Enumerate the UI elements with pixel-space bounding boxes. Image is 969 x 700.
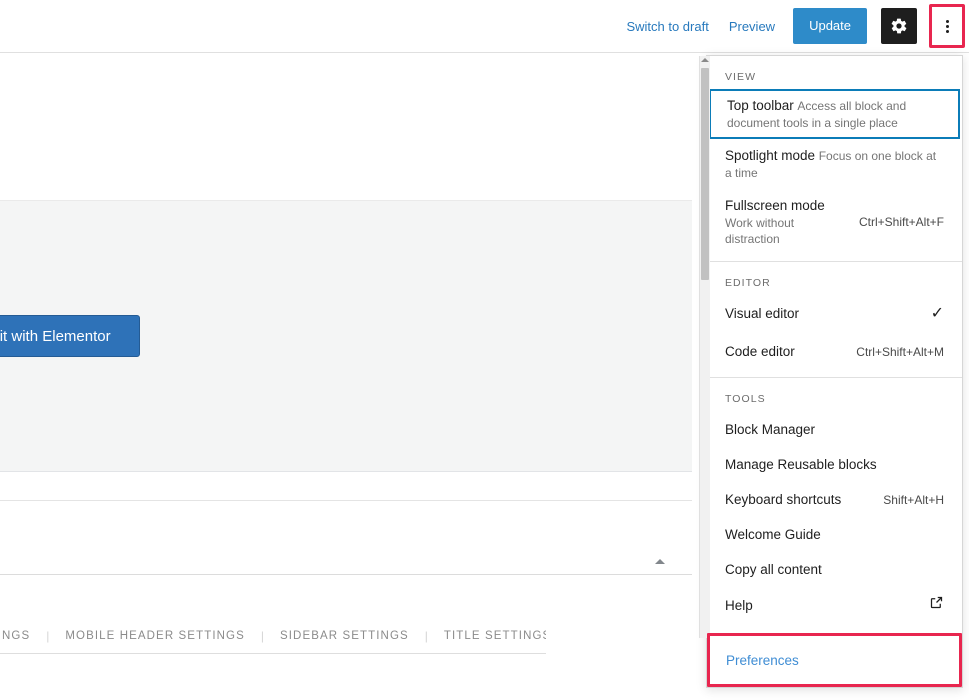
more-options-button[interactable] [929, 4, 965, 48]
settings-tab-mobile-header[interactable]: MOBILE HEADER SETTINGS [63, 630, 246, 642]
menu-item-description: Work without distraction [725, 216, 795, 246]
menu-item-label: Block Manager [725, 422, 816, 437]
menu-item-keyboard-shortcuts[interactable]: Keyboard shortcuts Shift+Alt+H [707, 482, 962, 517]
section-label-tools: TOOLS [725, 393, 766, 405]
check-icon: ✓ [930, 305, 944, 322]
preferences-link[interactable]: Preferences [710, 653, 799, 668]
settings-gear-button[interactable] [881, 8, 917, 44]
menu-section-view: VIEW Top toolbar Access all block and do… [707, 56, 962, 262]
update-button[interactable]: Update [793, 8, 867, 44]
editor-top-bar: Switch to draft Preview Update [0, 0, 969, 53]
collapse-panel-toggle[interactable] [652, 553, 668, 569]
section-label-view: VIEW [725, 71, 757, 83]
menu-item-label: Manage Reusable blocks [725, 457, 877, 472]
menu-item-help[interactable]: Help [707, 587, 962, 623]
menu-item-block-manager[interactable]: Block Manager [707, 411, 962, 447]
section-label-editor: EDITOR [725, 277, 771, 289]
settings-tab-title[interactable]: TITLE SETTINGS [442, 630, 546, 642]
menu-item-shortcut: Ctrl+Shift+Alt+F [858, 215, 944, 229]
preview-link[interactable]: Preview [719, 13, 785, 40]
menu-item-spotlight-mode[interactable]: Spotlight mode Focus on one block at a t… [707, 139, 962, 189]
menu-item-label: Copy all content [725, 562, 822, 577]
menu-item-label: Welcome Guide [725, 527, 821, 542]
top-bar-actions: Switch to draft Preview Update [616, 0, 969, 52]
edit-with-elementor-button[interactable]: Edit with Elementor [0, 315, 140, 357]
theme-settings-tabs: NGS | MOBILE HEADER SETTINGS | SIDEBAR S… [0, 618, 546, 654]
menu-section-editor: EDITOR Visual editor ✓ Code editor Ctrl+… [707, 262, 962, 378]
menu-item-welcome-guide[interactable]: Welcome Guide [707, 517, 962, 552]
tab-separator: | [260, 628, 264, 643]
kebab-menu-icon [945, 18, 949, 35]
tab-separator: | [424, 628, 428, 643]
menu-item-top-toolbar[interactable]: Top toolbar Access all block and documen… [709, 89, 960, 139]
more-options-menu: VIEW Top toolbar Access all block and do… [699, 55, 963, 688]
menu-item-shortcut: Shift+Alt+H [883, 493, 944, 507]
tab-separator: | [46, 628, 50, 643]
external-link-icon [929, 595, 944, 615]
scroll-up-arrow-icon[interactable] [701, 58, 709, 62]
settings-tab-sidebar[interactable]: SIDEBAR SETTINGS [278, 630, 411, 642]
menu-item-manage-reusable-blocks[interactable]: Manage Reusable blocks [707, 447, 962, 482]
preferences-row[interactable]: Preferences [707, 633, 962, 687]
menu-item-copy-all-content[interactable]: Copy all content [707, 552, 962, 587]
menu-item-label: Top toolbar [727, 98, 794, 113]
menu-scrollbar[interactable] [699, 56, 710, 638]
menu-item-shortcut: Ctrl+Shift+Alt+M [856, 345, 944, 359]
caret-up-icon [655, 558, 665, 564]
menu-item-label: Visual editor [725, 306, 800, 321]
menu-item-label: Help [725, 597, 753, 613]
menu-item-label: Spotlight mode [725, 148, 816, 163]
meta-rule [0, 574, 692, 575]
menu-item-label: Code editor [725, 344, 795, 359]
switch-to-draft-link[interactable]: Switch to draft [616, 13, 718, 40]
menu-item-code-editor[interactable]: Code editor Ctrl+Shift+Alt+M [707, 333, 962, 377]
menu-item-visual-editor[interactable]: Visual editor ✓ [707, 295, 962, 333]
menu-item-label: Keyboard shortcuts [725, 492, 842, 507]
settings-tab-partial[interactable]: NGS [0, 630, 32, 642]
menu-item-fullscreen-mode[interactable]: Fullscreen mode Work without distraction… [707, 189, 962, 261]
menu-item-label: Fullscreen mode [725, 198, 825, 213]
gear-icon [891, 18, 907, 34]
scrollbar-thumb[interactable] [701, 68, 709, 280]
editor-root: Edit with Elementor NGS | MOBILE HEADER … [0, 0, 969, 700]
meta-divider [0, 500, 692, 501]
menu-section-tools: TOOLS Block Manager Manage Reusable bloc… [707, 378, 962, 623]
